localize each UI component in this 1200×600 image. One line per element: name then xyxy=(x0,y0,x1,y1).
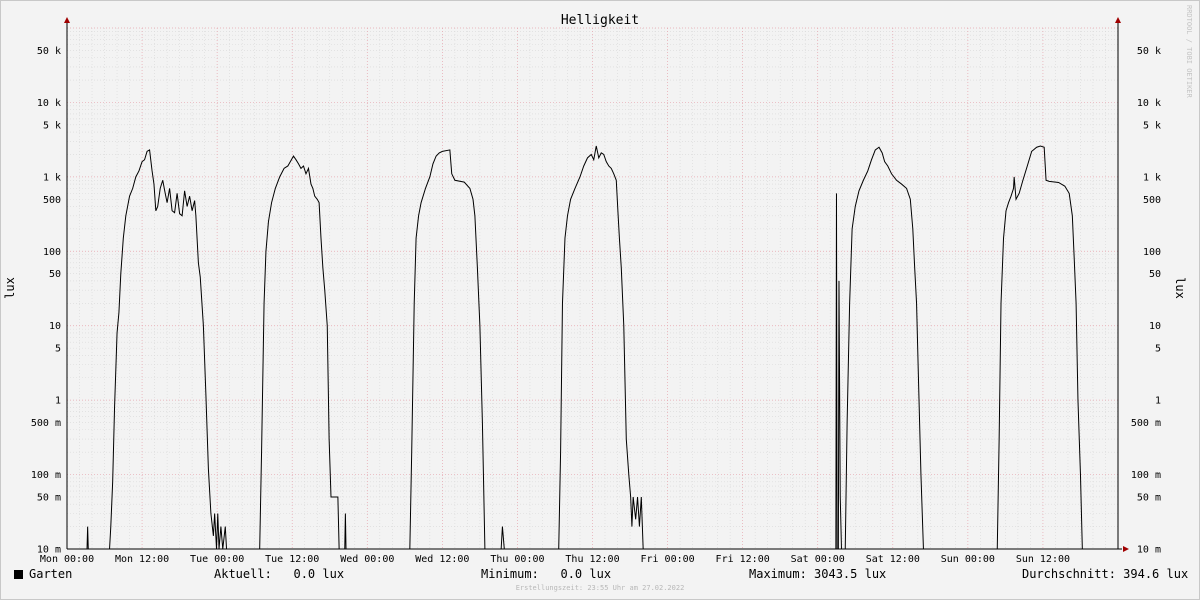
major-grid xyxy=(66,27,1118,550)
y-tick-label-right: 10 k xyxy=(1137,98,1161,109)
y-tick-label-left: 50 k xyxy=(37,46,61,57)
tick-labels: 10 m 10 m50 m 50 m100 m 100 m500 m 500 m1 15 5… xyxy=(31,46,1161,565)
legend-durchschnitt: Durchschnitt: 394.6 lux xyxy=(1022,567,1189,581)
y-tick-label-right: 1 k xyxy=(1143,172,1161,183)
y-axis-arrow-left xyxy=(64,17,70,23)
y-tick-label-right: 100 xyxy=(1143,247,1161,258)
x-tick-label: Mon 12:00 xyxy=(115,554,169,565)
legend-swatch xyxy=(14,570,23,579)
legend-series: Garten xyxy=(14,567,72,581)
y-tick-label-right: 50 k xyxy=(1137,46,1161,57)
x-tick-label: Wed 12:00 xyxy=(415,554,469,565)
y-axis-label-left: lux xyxy=(3,277,17,299)
x-tick-label: Fri 00:00 xyxy=(640,554,694,565)
creation-time-footer: Erstellungszeit: 23:55 Uhr am 27.02.2022 xyxy=(515,584,685,592)
y-tick-label-left: 5 xyxy=(55,344,61,355)
y-tick-label-left: 10 xyxy=(49,321,61,332)
y-tick-label-right: 50 m xyxy=(1137,492,1161,503)
rrdtool-watermark: RRDTOOL / TOBI OETIKER xyxy=(1185,5,1193,98)
y-tick-label-right: 1 xyxy=(1155,396,1161,407)
x-tick-label: Tue 12:00 xyxy=(265,554,319,565)
y-tick-label-left: 100 m xyxy=(31,470,61,481)
y-tick-label-right: 5 k xyxy=(1143,120,1161,131)
y-tick-label-right: 5 xyxy=(1155,344,1161,355)
y-tick-label-right: 50 xyxy=(1149,269,1161,280)
x-tick-label: Thu 12:00 xyxy=(565,554,619,565)
x-tick-label: Tue 00:00 xyxy=(190,554,244,565)
chart-title: Helligkeit xyxy=(561,13,639,28)
legend-maximum: Maximum: 3043.5 lux xyxy=(749,567,887,581)
x-tick-label: Sun 12:00 xyxy=(1016,554,1070,565)
x-tick-label: Fri 12:00 xyxy=(716,554,770,565)
x-tick-label: Sat 00:00 xyxy=(791,554,845,565)
brightness-chart: 10 m 10 m50 m 50 m100 m 100 m500 m 500 m1 15 5… xyxy=(3,13,1187,565)
y-tick-label-right: 500 m xyxy=(1131,418,1161,429)
y-tick-label-right: 10 xyxy=(1149,321,1161,332)
x-tick-label: Wed 00:00 xyxy=(340,554,394,565)
x-tick-label: Mon 00:00 xyxy=(40,554,94,565)
legend-aktuell: Aktuell: 0.0 lux xyxy=(214,567,345,581)
x-tick-label: Sat 12:00 xyxy=(866,554,920,565)
y-tick-label-left: 50 m xyxy=(37,492,61,503)
y-tick-label-right: 10 m xyxy=(1137,545,1161,556)
x-tick-label: Thu 00:00 xyxy=(490,554,544,565)
y-tick-label-right: 100 m xyxy=(1131,470,1161,481)
y-tick-label-left: 1 k xyxy=(43,172,61,183)
legend-minimum: Minimum: 0.0 lux xyxy=(481,567,612,581)
y-tick-label-right: 500 xyxy=(1143,195,1161,206)
legend-series-name: Garten xyxy=(29,567,73,581)
y-axis-label-right: lux xyxy=(1173,277,1187,299)
y-tick-label-left: 100 xyxy=(43,247,61,258)
y-tick-label-left: 500 m xyxy=(31,418,61,429)
x-axis-arrow xyxy=(1123,546,1129,552)
x-tick-label: Sun 00:00 xyxy=(941,554,995,565)
y-tick-label-left: 500 xyxy=(43,195,61,206)
y-axis-arrow-right xyxy=(1115,17,1121,23)
y-tick-label-left: 1 xyxy=(55,396,61,407)
y-tick-label-left: 50 xyxy=(49,269,61,280)
axes xyxy=(64,17,1129,552)
y-tick-label-left: 10 k xyxy=(37,98,61,109)
y-tick-label-left: 5 k xyxy=(43,120,61,131)
